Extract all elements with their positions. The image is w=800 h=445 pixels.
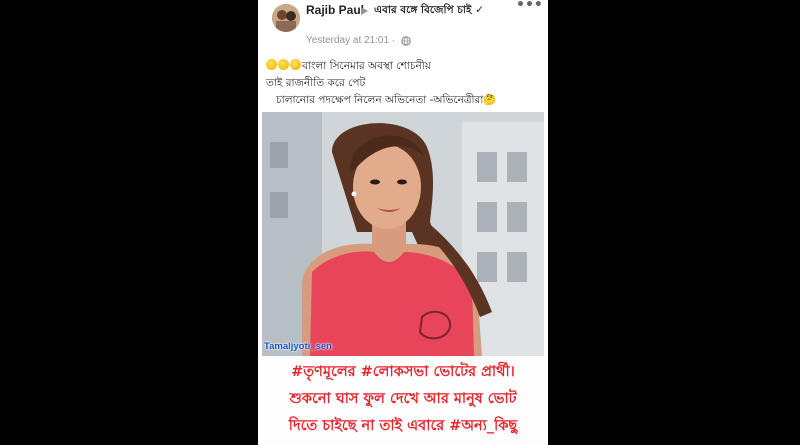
author-name-link[interactable]: Rajib Paul [306,3,364,17]
caption-line: #তৃণমূলের #লোকসভা ভোটের প্রার্থী। [291,364,515,380]
more-options-button[interactable]: ••• [516,0,543,14]
facebook-post-card: Rajib Paul এবার বঙ্গে বিজেপি চাই ✓ ••• Y… [258,0,548,445]
grinning-emoji-icon [290,59,301,70]
post-text-line: তাই রাজনীতি করে পেট [266,77,366,89]
grinning-emoji-icon [278,59,289,70]
caption-line: শুকনো ঘাস ফুল দেখে আর মানুষ ভোট [289,391,517,407]
post-header: Rajib Paul এবার বঙ্গে বিজেপি চাই ✓ ••• Y… [258,0,548,52]
right-triangle-icon [361,7,368,15]
post-photo[interactable]: Tamaljyoti_sen [262,112,544,356]
grinning-emoji-icon [266,59,277,70]
caption-banner: #তৃণমূলের #লোকসভা ভোটের প্রার্থী। শুকনো … [262,357,544,443]
caption-line: দিতে চাইছে না তাই এবারে #অন্য_কিছু [288,418,518,434]
photo-illustration [262,112,544,356]
author-avatar[interactable] [272,4,300,32]
globe-icon [401,36,411,46]
post-text-line: বাংলা সিনেমার অবস্থা শোচনীয় [266,58,546,75]
post-text: বাংলা সিনেমার অবস্থা শোচনীয় তাই রাজনীতি… [266,58,546,109]
photo-watermark: Tamaljyoti_sen [264,341,332,352]
group-name-link[interactable]: এবার বঙ্গে বিজেপি চাই ✓ [374,3,514,17]
post-text-line: চালানোর পদক্ষেপ নিলেন অভিনেতা -অভিনেত্রী… [276,94,497,106]
post-timestamp[interactable]: Yesterday at 21:01 · [306,35,395,46]
